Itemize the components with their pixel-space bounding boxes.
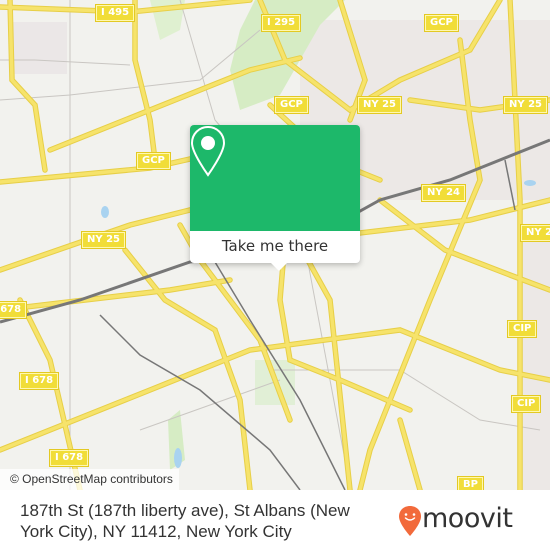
route-shield-i678: I 678 [50, 450, 89, 466]
popup-pointer [270, 262, 288, 271]
map-canvas[interactable]: I 495 I 295 GCP GCP GCP NY 25 NY 25 NY 2… [0, 0, 550, 490]
location-popup: Take me there [190, 125, 360, 271]
route-shield-ny24: NY 24 [422, 185, 466, 201]
address-text: 187th St (187th liberty ave), St Albans … [20, 501, 350, 541]
urban-area [12, 22, 67, 74]
map-attribution[interactable]: © OpenStreetMap contributors [0, 469, 179, 490]
route-shield-cip: CIP [508, 321, 537, 337]
route-shield-ny25: NY 25 [504, 97, 548, 113]
moovit-pin-icon [399, 506, 421, 536]
footer: 187th St (187th liberty ave), St Albans … [0, 490, 550, 550]
route-shield-i678: I 678 [20, 373, 59, 389]
take-me-there-button[interactable]: Take me there [190, 231, 360, 263]
route-shield-gcp: GCP [425, 15, 458, 31]
urban-area [520, 240, 550, 490]
pond [101, 206, 109, 218]
pond [174, 448, 182, 468]
map-pin-icon [190, 125, 226, 177]
route-shield-gcp: GCP [275, 97, 308, 113]
moovit-logo[interactable]: moovit [398, 503, 538, 536]
route-shield-gcp: GCP [137, 153, 170, 169]
route-shield-bp: BP [458, 477, 483, 490]
route-shield-ny25: NY 25 [521, 225, 550, 241]
moovit-wordmark: moovit [422, 503, 513, 534]
route-shield-i495: I 495 [96, 5, 135, 21]
pond [524, 180, 536, 186]
popup-header [190, 125, 360, 231]
route-shield-i295: I 295 [262, 15, 301, 31]
route-shield-ny25: NY 25 [82, 232, 126, 248]
route-shield-ny25: NY 25 [358, 97, 402, 113]
route-shield-cip: CIP [512, 396, 541, 412]
route-shield-i678: I 678 [0, 302, 27, 318]
